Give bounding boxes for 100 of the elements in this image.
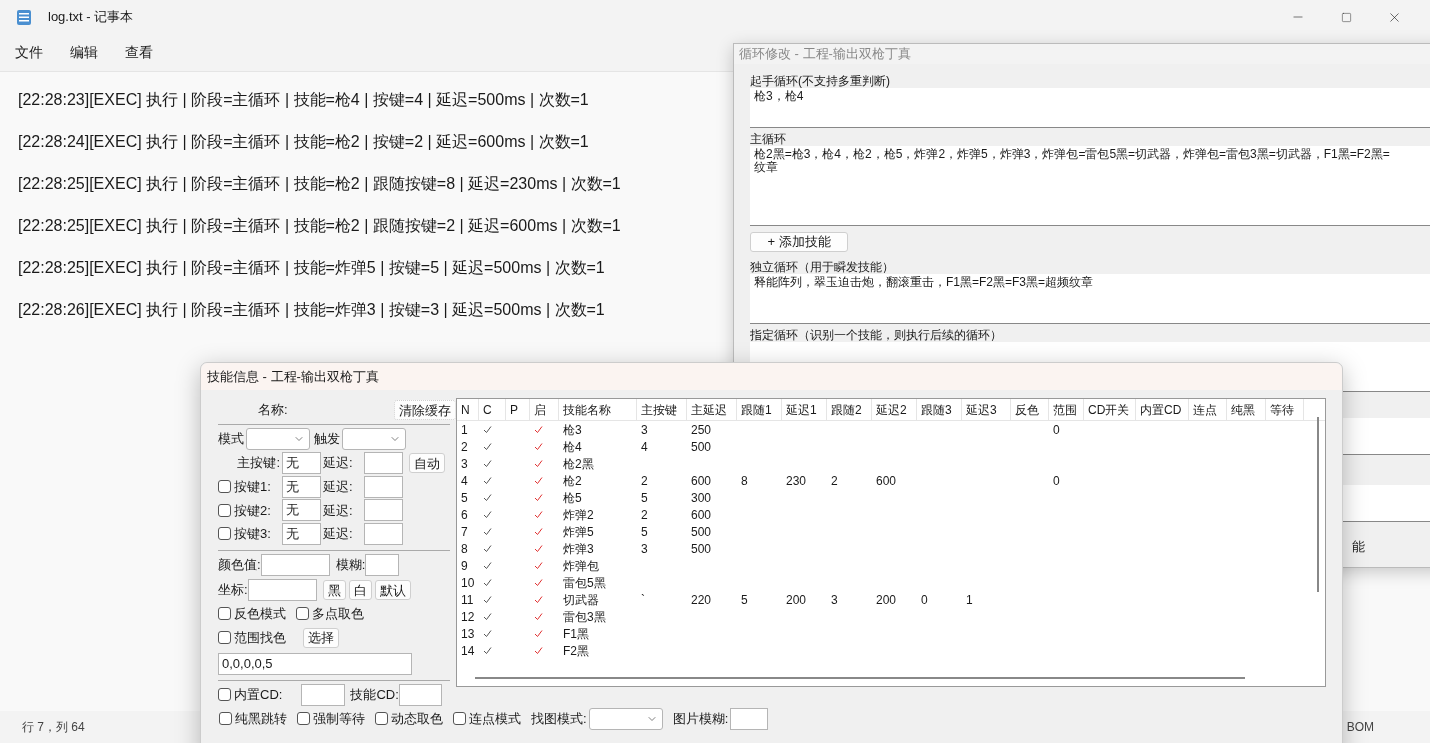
- column-header[interactable]: 主按键: [637, 399, 687, 420]
- checkbox-label: 多点取色: [312, 604, 364, 623]
- scrollbar[interactable]: [475, 677, 1245, 679]
- table-cell-text: 500: [691, 523, 712, 541]
- column-header[interactable]: 跟随3: [917, 399, 962, 420]
- input-field[interactable]: [260, 554, 330, 576]
- button[interactable]: 白: [348, 580, 372, 600]
- column-header[interactable]: 反色: [1011, 399, 1049, 420]
- label: 主循环: [750, 131, 787, 146]
- table-cell-text: 600: [691, 472, 712, 490]
- column-header[interactable]: 纯黑: [1227, 399, 1266, 420]
- checkbox-label: 按键1:: [234, 478, 271, 496]
- column-header[interactable]: 延迟2: [872, 399, 917, 420]
- checkbox-label: 反色模式: [234, 604, 286, 623]
- input-field[interactable]: 0,0,0,0,5: [218, 652, 412, 675]
- label: 坐标:: [218, 581, 248, 600]
- checkbox-label: 范围找色: [234, 628, 286, 647]
- input-field[interactable]: 无: [282, 452, 321, 474]
- column-header[interactable]: P: [506, 399, 530, 420]
- menu-item[interactable]: 文件: [15, 42, 43, 63]
- input-field[interactable]: [364, 522, 403, 545]
- checkbox-label: 强制等待: [313, 709, 365, 728]
- column-header[interactable]: 启: [530, 399, 559, 420]
- checkbox[interactable]: [218, 607, 231, 620]
- text-area[interactable]: 枪3，枪4: [750, 87, 1430, 128]
- checkbox[interactable]: [218, 480, 231, 494]
- button[interactable]: 选择: [303, 627, 339, 648]
- column-header[interactable]: 延迟3: [962, 399, 1011, 420]
- table-cell-text: 枪2黑: [563, 455, 594, 473]
- window-title: 技能信息 - 工程-输出双枪丁真: [207, 367, 379, 386]
- table-cell-text: 炸弹2: [563, 506, 594, 524]
- input-field[interactable]: [364, 499, 403, 522]
- checkbox-label: 连点模式: [469, 709, 521, 728]
- column-header[interactable]: 内置CD: [1136, 399, 1189, 420]
- text-area[interactable]: 释能阵列，翠玉迫击炮，翻滚重击，F1黑=F2黑=F3黑=超频纹章: [750, 273, 1430, 324]
- column-header[interactable]: 延迟1: [782, 399, 827, 420]
- table-cell-text: 6: [461, 506, 468, 524]
- text-area[interactable]: 枪2黑=枪3，枪4，枪2，枪5，炸弹2，炸弹5，炸弹3，炸弹包=雷包5黑=切武器，炸弹包=雷包3黑=切武器，F1黑=F2黑= 纹章: [750, 145, 1430, 226]
- table-cell-text: 3: [641, 421, 648, 439]
- table-cell-text: 2: [461, 438, 468, 456]
- input-field[interactable]: 无: [282, 475, 321, 498]
- table-cell-text: 枪5: [563, 489, 582, 507]
- label: 延迟:: [323, 454, 354, 473]
- text-line: 枪2黑=枪3，枪4，枪2，枪5，炸弹2，炸弹5，炸弹3，炸弹包=雷包5黑=切武器，炸弹包=雷包3黑=切武器，F1黑=F2黑=: [754, 147, 1390, 161]
- column-header[interactable]: CD开关: [1084, 399, 1136, 420]
- input-field[interactable]: [365, 554, 400, 576]
- checkbox[interactable]: [375, 712, 388, 725]
- checkbox[interactable]: [218, 503, 231, 517]
- button[interactable]: 自动: [409, 453, 445, 473]
- scrollbar[interactable]: [1317, 417, 1319, 592]
- checkbox[interactable]: [218, 527, 231, 541]
- button[interactable]: 黑: [322, 580, 346, 600]
- column-header[interactable]: 主延迟: [687, 399, 737, 420]
- column-header[interactable]: 跟随1: [737, 399, 782, 420]
- table-cell-text: 600: [876, 472, 897, 490]
- table-cell-text: 5: [641, 489, 648, 507]
- label: 技能CD:: [350, 685, 399, 704]
- window-title: log.txt - 记事本: [48, 8, 134, 27]
- label: 模式: [218, 430, 244, 449]
- checkbox[interactable]: [453, 712, 466, 725]
- dropdown[interactable]: [246, 428, 310, 450]
- table-cell-text: 4: [461, 472, 468, 490]
- input-field[interactable]: [364, 475, 403, 498]
- button[interactable]: 清除缓存: [394, 400, 456, 420]
- column-header[interactable]: C: [479, 399, 506, 420]
- label: 独立循环（用于瞬发技能）: [750, 259, 895, 274]
- label: 指定循环（识别一个技能，则执行后续的循环）: [750, 327, 1003, 342]
- table-cell-text: `: [641, 591, 645, 609]
- column-header[interactable]: 技能名称: [559, 399, 637, 420]
- column-header[interactable]: N: [457, 399, 479, 420]
- menu-item[interactable]: 查看: [125, 42, 153, 63]
- table-cell-text: 5: [741, 591, 748, 609]
- table-cell-text: 3: [831, 591, 838, 609]
- input-field[interactable]: [730, 707, 769, 730]
- dropdown[interactable]: [342, 428, 406, 450]
- input-field[interactable]: [301, 683, 346, 706]
- checkbox[interactable]: [218, 631, 231, 644]
- checkbox[interactable]: [219, 712, 232, 725]
- label: 找图模式:: [531, 709, 587, 728]
- button[interactable]: 默认: [374, 580, 411, 600]
- column-header[interactable]: 连点: [1189, 399, 1227, 420]
- table-cell-text: 200: [876, 591, 897, 609]
- dropdown[interactable]: [588, 707, 663, 730]
- input-field[interactable]: [247, 579, 317, 601]
- checkbox-label: 按键2:: [234, 501, 271, 520]
- input-field[interactable]: 无: [282, 522, 321, 545]
- input-field[interactable]: [364, 452, 403, 474]
- table-cell-text: 9: [461, 557, 468, 575]
- checkbox[interactable]: [218, 688, 231, 701]
- input-field[interactable]: 无: [282, 499, 321, 522]
- label: 图片模糊:: [672, 709, 729, 728]
- button[interactable]: + 添加技能: [750, 231, 848, 252]
- column-header[interactable]: 等待: [1266, 399, 1304, 420]
- checkbox[interactable]: [297, 712, 310, 725]
- checkbox-label: 纯黑跳转: [235, 709, 287, 728]
- checkbox[interactable]: [296, 607, 309, 620]
- column-header[interactable]: 范围: [1049, 399, 1084, 420]
- input-field[interactable]: [398, 683, 442, 706]
- menu-item[interactable]: 编辑: [70, 42, 98, 63]
- column-header[interactable]: 跟随2: [827, 399, 872, 420]
